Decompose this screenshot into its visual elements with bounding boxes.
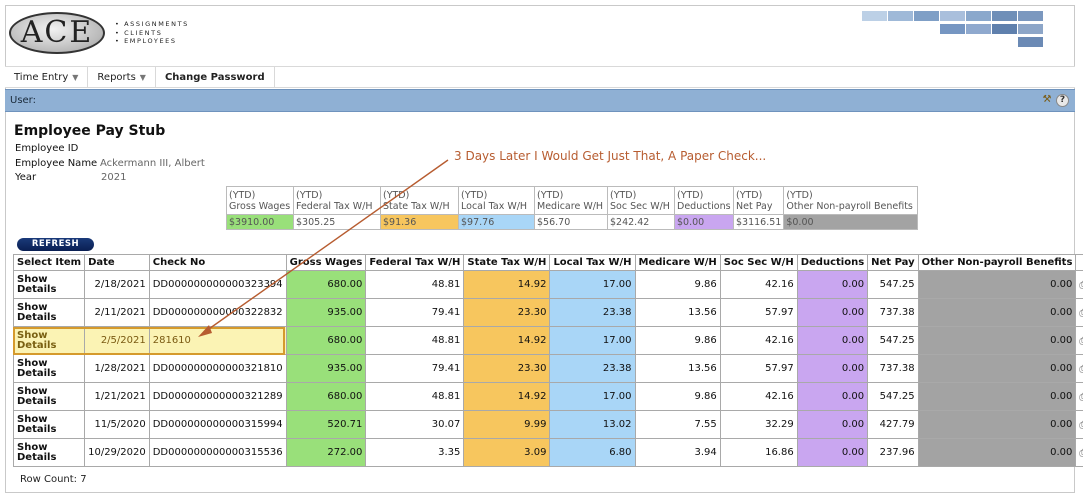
annotation-arrow [198,159,449,337]
